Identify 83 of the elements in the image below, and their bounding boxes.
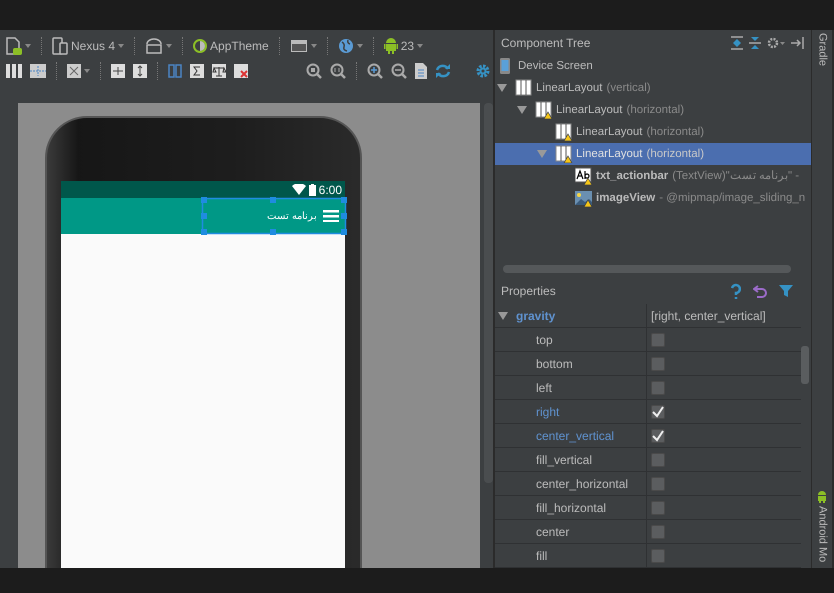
property-name: center_vertical xyxy=(536,428,614,445)
menu-icon[interactable] xyxy=(323,210,339,222)
baseline-icon[interactable] xyxy=(30,64,46,78)
panel-title: Properties xyxy=(501,283,556,300)
help-icon[interactable] xyxy=(731,283,741,300)
checkbox[interactable] xyxy=(651,404,665,419)
document-icon[interactable] xyxy=(415,62,427,78)
tree-item[interactable]: imageView - @mipmap/image_sliding_n xyxy=(495,187,811,210)
property-name: fill_vertical xyxy=(536,452,592,469)
property-value[interactable]: [right, center_vertical] xyxy=(651,306,766,325)
scrollbar[interactable] xyxy=(484,103,493,483)
tree-item[interactable]: Device Screen xyxy=(495,55,811,78)
device-icon xyxy=(52,36,68,54)
tree-item[interactable]: LinearLayout (horizontal) xyxy=(495,121,811,144)
wifi-icon xyxy=(292,184,306,195)
zoom-out-icon[interactable] xyxy=(391,62,407,78)
property-name: center_horizontal xyxy=(536,476,628,493)
expand-all-icon[interactable] xyxy=(731,36,743,50)
checkbox[interactable] xyxy=(651,500,665,515)
property-name: bottom xyxy=(536,356,573,373)
caret-icon xyxy=(310,44,317,48)
caret-icon xyxy=(25,44,31,48)
device-icon xyxy=(6,36,22,54)
checkbox[interactable] xyxy=(651,476,665,491)
orientation-icon xyxy=(145,38,164,54)
theme-button[interactable]: AppTheme xyxy=(191,34,271,56)
refresh-icon[interactable] xyxy=(435,62,451,78)
app-title: برنامه تست xyxy=(267,210,317,224)
api-dropdown[interactable]: 23 xyxy=(382,34,426,56)
side-tab[interactable]: Android Mo xyxy=(814,506,830,562)
collapse-all-icon[interactable] xyxy=(749,36,761,50)
zoom-actual-icon[interactable] xyxy=(330,62,346,78)
sigma-icon[interactable] xyxy=(190,64,204,78)
caret-icon xyxy=(118,44,124,48)
checkbox[interactable] xyxy=(651,380,665,395)
tree-item[interactable]: LinearLayout (vertical) xyxy=(495,77,811,100)
split-icon[interactable] xyxy=(168,64,182,78)
tree-item[interactable]: LinearLayout (horizontal) xyxy=(495,99,811,122)
expand-arrow-icon[interactable] xyxy=(498,310,508,321)
panel-title: Component Tree xyxy=(501,34,590,52)
settings-icon[interactable] xyxy=(767,36,785,50)
caret-icon xyxy=(84,68,90,72)
tree-item[interactable]: LinearLayout (horizontal) xyxy=(495,143,811,166)
status-time: 6:00 xyxy=(318,182,342,198)
expand-arrow-icon[interactable] xyxy=(517,105,527,116)
checkbox[interactable] xyxy=(651,524,665,539)
hide-panel-icon[interactable] xyxy=(791,36,805,49)
error-icon[interactable] xyxy=(234,64,248,78)
scales-icon[interactable] xyxy=(212,64,226,78)
filter-icon[interactable] xyxy=(779,284,793,298)
checkbox[interactable] xyxy=(651,548,665,563)
zoom-in-icon[interactable] xyxy=(367,62,383,78)
property-name: fill_horizontal xyxy=(536,500,606,517)
undo-icon[interactable] xyxy=(753,284,767,298)
scrollbar[interactable] xyxy=(503,264,791,273)
checkbox[interactable] xyxy=(651,428,665,443)
property-name: right xyxy=(536,404,560,421)
checkbox[interactable] xyxy=(651,356,665,371)
property-name: fill xyxy=(536,548,548,565)
side-tab[interactable]: Gradle xyxy=(814,33,830,66)
battery-icon xyxy=(308,184,316,196)
device-dropdown[interactable]: Nexus 4 xyxy=(50,34,126,56)
activity-icon xyxy=(290,38,308,52)
zoom-fit-icon[interactable] xyxy=(306,62,322,78)
expand-arrow-icon[interactable] xyxy=(497,83,507,94)
distribute-horizontal-icon[interactable] xyxy=(111,64,125,78)
device-dropdown[interactable] xyxy=(4,34,33,56)
settings-icon[interactable] xyxy=(475,62,491,78)
caret-icon xyxy=(356,44,363,48)
property-name: left xyxy=(536,380,552,397)
property-name: gravity xyxy=(516,308,556,325)
android-icon xyxy=(816,490,828,503)
checkbox[interactable] xyxy=(651,332,665,347)
property-name: center xyxy=(536,524,570,541)
distribute-vertical-icon[interactable] xyxy=(133,64,147,78)
scrollbar-thumb[interactable] xyxy=(801,346,809,384)
caret-icon xyxy=(417,44,424,48)
checkbox[interactable] xyxy=(651,452,665,467)
caret-icon xyxy=(166,44,172,48)
theme-icon xyxy=(193,38,208,52)
selection-frame[interactable] xyxy=(201,197,347,235)
columns-icon[interactable] xyxy=(6,64,22,78)
property-name: top xyxy=(536,332,553,349)
